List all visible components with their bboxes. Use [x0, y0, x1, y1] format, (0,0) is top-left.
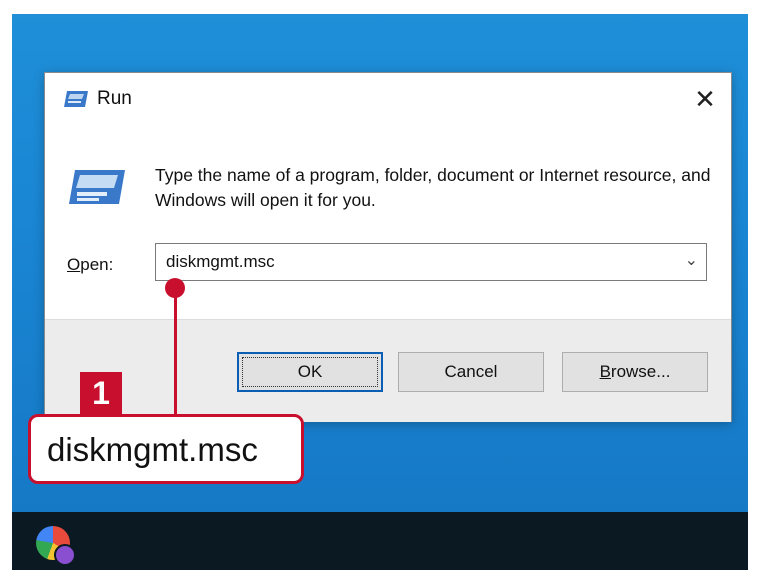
focus-rectangle [242, 357, 378, 387]
callout-number-badge: 1 [80, 372, 122, 414]
run-icon [64, 91, 88, 107]
taskbar-app-icon[interactable] [36, 526, 76, 566]
close-icon: ✕ [694, 84, 716, 114]
open-label-rest: pen: [80, 255, 114, 274]
ok-button[interactable]: OK [237, 352, 383, 392]
instruction-text: Type the name of a program, folder, docu… [155, 165, 711, 210]
open-input-value: diskmgmt.msc [166, 252, 275, 271]
cancel-button[interactable]: Cancel [398, 352, 544, 392]
button-area: OK Cancel Browse... [45, 319, 731, 422]
run-icon [69, 170, 125, 204]
open-combobox[interactable]: diskmgmt.msc ⌄ [155, 243, 707, 281]
taskbar [12, 512, 748, 570]
title-bar: Run ✕ [45, 73, 731, 125]
dialog-title: Run [97, 88, 132, 109]
cancel-button-label: Cancel [444, 362, 498, 381]
browse-button[interactable]: Browse... [562, 352, 708, 392]
callout-text: diskmgmt.msc [47, 431, 258, 468]
callout-line [174, 286, 177, 426]
close-button[interactable]: ✕ [687, 81, 723, 117]
open-label: Open: [67, 255, 113, 275]
callout-dot [165, 278, 185, 298]
run-dialog: Run ✕ Type the name of a program, folder… [44, 72, 732, 422]
browse-accelerator: B [599, 362, 611, 381]
browse-button-label: rowse... [610, 362, 671, 381]
callout-box: diskmgmt.msc [28, 414, 304, 484]
open-label-accelerator: O [67, 255, 81, 274]
chevron-down-icon[interactable]: ⌄ [685, 250, 698, 270]
